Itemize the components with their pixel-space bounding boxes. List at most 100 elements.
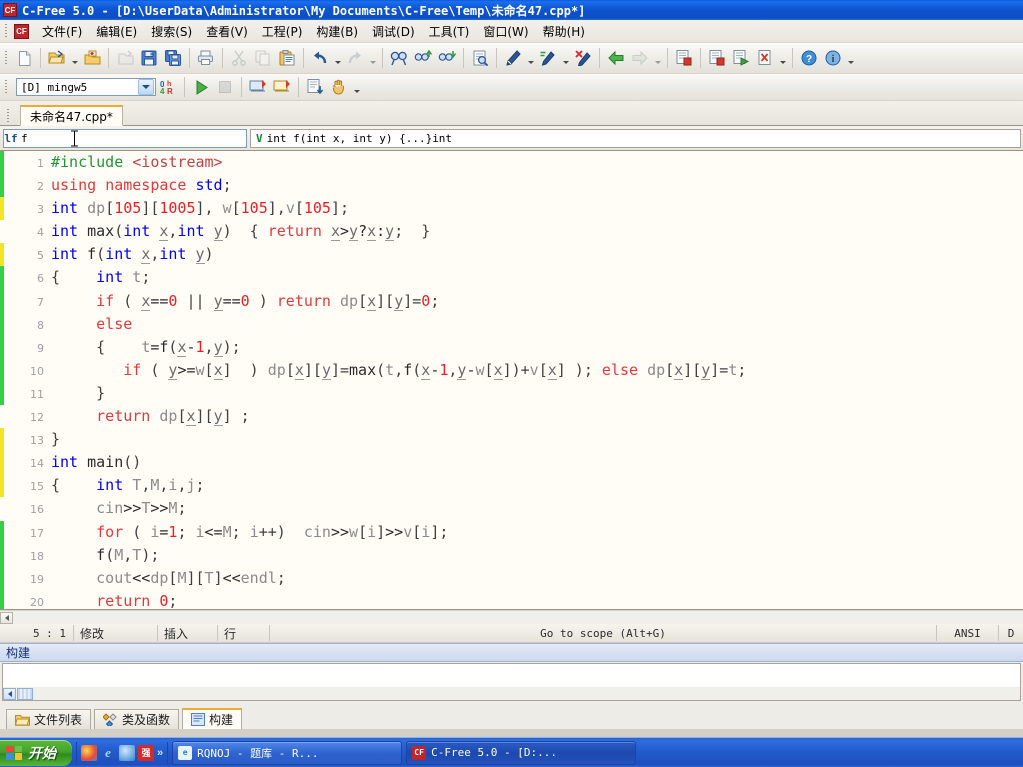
menu-help[interactable]: 帮助(H): [536, 21, 592, 42]
undo-icon[interactable]: [309, 47, 331, 69]
code-text[interactable]: else: [48, 313, 132, 336]
code-line[interactable]: 9 { t=f(x-1,y);: [0, 335, 1023, 359]
scroll-left-icon[interactable]: [0, 611, 13, 624]
taskbar-item-cfree[interactable]: CF C-Free 5.0 - [D:...: [406, 740, 637, 765]
function-signature-display[interactable]: V int f(int x, int y) {...}int: [250, 128, 1021, 148]
scroll-left-icon[interactable]: [3, 687, 16, 700]
scope-select[interactable]: lf f: [3, 128, 247, 148]
code-line[interactable]: 15{ int T,M,i,j;: [0, 474, 1023, 498]
build-toolbar-grip[interactable]: [1, 78, 10, 96]
taskbar-item-rqnoj[interactable]: e RQNOJ - 题库 - R...: [172, 740, 403, 765]
menu-debug[interactable]: 调试(D): [365, 21, 422, 42]
find-prev-icon[interactable]: [436, 47, 458, 69]
menu-file[interactable]: 文件(F): [35, 21, 89, 42]
code-line[interactable]: 7 if ( x==0 || y==0 ) return dp[x][y]=0;: [0, 289, 1023, 313]
panel-tab-file-list[interactable]: 文件列表: [6, 709, 92, 729]
run-icon[interactable]: [190, 76, 212, 98]
code-text[interactable]: { t=f(x-1,y);: [48, 336, 241, 359]
quick-launch-media-icon[interactable]: [81, 744, 97, 761]
code-area[interactable]: 1 #include <iostream> 2 using namespace std…: [0, 151, 1023, 609]
code-line[interactable]: 5 int f(int x,int y): [0, 243, 1023, 267]
chevron-down-icon[interactable]: [138, 79, 154, 95]
build-icon[interactable]: [706, 47, 728, 69]
step-into-icon[interactable]: [247, 76, 269, 98]
code-line[interactable]: 6 { int t;: [0, 266, 1023, 290]
panel-tab-classes-functions[interactable]: 类及函数: [94, 709, 180, 729]
code-text[interactable]: cout<<dp[M][T]<<endl;: [48, 567, 286, 590]
code-text[interactable]: #include <iostream>: [48, 151, 223, 174]
quick-launch-browser-icon[interactable]: [119, 744, 135, 761]
stop-build-dropdown-arrow[interactable]: [777, 47, 788, 69]
reopen-file-icon[interactable]: [81, 47, 103, 69]
scrollbar-thumb[interactable]: [17, 687, 33, 700]
code-line[interactable]: 18 f(M,T);: [0, 543, 1023, 567]
code-text[interactable]: { int T,M,i,j;: [48, 474, 205, 497]
redo-dropdown-arrow[interactable]: [367, 47, 378, 69]
code-line[interactable]: 17 for ( i=1; i<=M; i++) cin>>w[i]>>v[i]…: [0, 520, 1023, 544]
close-file-icon[interactable]: [114, 47, 136, 69]
code-text[interactable]: return dp[x][y] ;: [48, 405, 250, 428]
code-text[interactable]: int dp[105][1005], w[105],v[105];: [48, 197, 349, 220]
save-all-icon[interactable]: [162, 47, 184, 69]
code-text[interactable]: }: [48, 382, 105, 405]
code-text[interactable]: f(M,T);: [48, 544, 159, 567]
pause-icon[interactable]: [328, 76, 350, 98]
menu-window[interactable]: 窗口(W): [476, 21, 535, 42]
code-line[interactable]: 20 return 0;: [0, 589, 1023, 609]
bookmark-next-icon[interactable]: [537, 47, 559, 69]
toolbar-grip[interactable]: [1, 49, 10, 67]
bookmark-clear-icon[interactable]: [572, 47, 594, 69]
code-line[interactable]: 13}: [0, 428, 1023, 452]
code-line[interactable]: 19 cout<<dp[M][T]<<endl;: [0, 566, 1023, 590]
menu-grip[interactable]: [1, 22, 10, 40]
menu-project[interactable]: 工程(P): [255, 21, 310, 42]
redo-icon[interactable]: [344, 47, 366, 69]
code-line[interactable]: 2 using namespace std;: [0, 174, 1023, 198]
find-in-files-icon[interactable]: [469, 47, 491, 69]
code-line[interactable]: 14 int main(): [0, 451, 1023, 475]
run-build-icon[interactable]: [730, 47, 752, 69]
compiler-select[interactable]: [D] mingw5: [16, 78, 156, 96]
build-output-area[interactable]: [2, 663, 1021, 701]
document-tab-untitled47[interactable]: 未命名47.cpp*: [20, 105, 123, 126]
find-next-icon[interactable]: [412, 47, 434, 69]
navigate-forward-dropdown-arrow[interactable]: [652, 47, 663, 69]
menu-edit[interactable]: 编辑(E): [89, 21, 144, 42]
quick-launch-overflow-icon[interactable]: »: [157, 747, 163, 759]
quick-launch-app-icon[interactable]: 强: [138, 744, 154, 761]
compile-file-icon[interactable]: [673, 47, 695, 69]
code-text[interactable]: return 0;: [48, 590, 177, 609]
paste-icon[interactable]: [276, 47, 298, 69]
open-file-icon[interactable]: [46, 47, 68, 69]
menu-search[interactable]: 搜索(S): [144, 21, 199, 42]
help-icon[interactable]: ?: [798, 47, 820, 69]
menu-view[interactable]: 查看(V): [199, 21, 255, 42]
code-line[interactable]: 3 int dp[105][1005], w[105],v[105];: [0, 197, 1023, 221]
quick-launch-ie-icon[interactable]: e: [100, 745, 116, 761]
about-icon[interactable]: i: [822, 47, 844, 69]
copy-icon[interactable]: [252, 47, 274, 69]
navigate-forward-icon[interactable]: [629, 47, 651, 69]
stop-icon[interactable]: [214, 76, 236, 98]
cut-icon[interactable]: [228, 47, 250, 69]
menu-build[interactable]: 构建(B): [309, 21, 365, 42]
bookmark-dropdown-arrow[interactable]: [525, 47, 536, 69]
watch-icon[interactable]: [304, 76, 326, 98]
code-text[interactable]: }: [48, 428, 60, 451]
new-file-icon[interactable]: [13, 47, 35, 69]
code-line[interactable]: 11 }: [0, 381, 1023, 406]
about-dropdown-arrow[interactable]: [845, 47, 856, 69]
status-scope-hint[interactable]: Go to scope (Alt+G): [270, 625, 937, 641]
code-line[interactable]: 1 #include <iostream>: [0, 151, 1023, 175]
code-text[interactable]: { int t;: [48, 266, 150, 289]
navigate-back-icon[interactable]: [605, 47, 627, 69]
bookmark-next-dropdown-arrow[interactable]: [560, 47, 571, 69]
code-text[interactable]: using namespace std;: [48, 174, 232, 197]
start-button[interactable]: 开始: [0, 739, 72, 766]
editor-horizontal-scrollbar[interactable]: [0, 610, 1023, 624]
bookmark-toggle-icon[interactable]: [502, 47, 524, 69]
code-line[interactable]: 10 if ( y>=w[x] ) dp[x][y]=max(t,f(x-1,y…: [0, 358, 1023, 382]
build-output-scrollbar[interactable]: [3, 687, 1020, 700]
code-text[interactable]: int main(): [48, 451, 141, 474]
code-text[interactable]: if ( x==0 || y==0 ) return dp[x][y]=0;: [48, 290, 439, 313]
